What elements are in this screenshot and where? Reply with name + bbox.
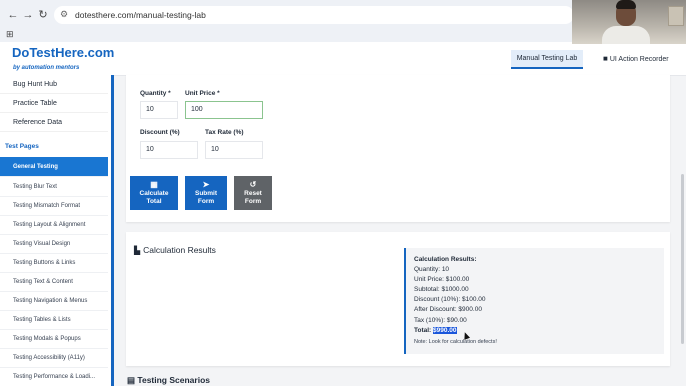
tab-ui-action-recorder[interactable]: ■ UI Action Recorder	[603, 54, 669, 63]
url-text[interactable]: dotesthere.com/manual-testing-lab	[75, 10, 206, 20]
quantity-input[interactable]: 10	[140, 101, 178, 119]
sidebar-item-reference-data[interactable]: Reference Data	[0, 113, 108, 132]
page-scrollbar[interactable]	[681, 174, 684, 344]
result-total: Total: $990.00	[414, 327, 457, 334]
bar-chart-icon: ▙	[134, 246, 141, 255]
button-label-line2: Total	[146, 198, 162, 205]
button-label-line2: Form	[197, 198, 215, 205]
page-content: DoTestHere.com by automation mentors Man…	[0, 42, 686, 386]
calculator-icon: ▦	[150, 180, 158, 189]
reset-icon: ↺	[249, 180, 257, 189]
sidebar-item-bug-hunt-hub[interactable]: Bug Hunt Hub	[0, 75, 108, 94]
reset-form-button[interactable]: ↺ Reset Form	[234, 176, 272, 210]
result-discount: Discount (10%): $100.00	[414, 296, 486, 303]
results-section-title: ▙ Calculation Results	[134, 245, 216, 255]
results-heading: Calculation Results:	[414, 256, 477, 263]
send-icon: ➤	[202, 180, 210, 189]
top-navigation: DoTestHere.com by automation mentors Man…	[0, 42, 686, 76]
sidebar-page-navigation-menus[interactable]: Testing Navigation & Menus	[0, 291, 108, 311]
button-label-line1: Reset	[244, 190, 262, 197]
sidebar-item-practice-table[interactable]: Practice Table	[0, 94, 108, 113]
sidebar-page-text-content[interactable]: Testing Text & Content	[0, 272, 108, 292]
result-tax: Tax (10%): $90.00	[414, 317, 467, 324]
presenter-hair	[616, 0, 636, 9]
calculation-results-panel: Calculation Results: Quantity: 10 Unit P…	[404, 248, 664, 354]
site-tagline: by automation mentors	[13, 65, 80, 71]
presenter-body	[602, 26, 650, 44]
reload-icon[interactable]: ↻	[36, 8, 50, 22]
sidebar-page-accessibility[interactable]: Testing Accessibility (A11y)	[0, 348, 108, 368]
sidebar-page-layout-alignment[interactable]: Testing Layout & Alignment	[0, 215, 108, 235]
testing-scenarios-title: ▤ Testing Scenarios	[127, 375, 210, 386]
tax-rate-input[interactable]: 10	[205, 141, 263, 159]
results-title-text: Calculation Results	[143, 245, 216, 255]
scenarios-title-text: Testing Scenarios	[137, 375, 210, 385]
forward-icon[interactable]: →	[21, 8, 35, 22]
total-value-selected[interactable]: $990.00	[433, 327, 457, 334]
button-label-line2: Form	[244, 198, 262, 205]
button-label-line1: Submit	[194, 190, 218, 197]
calculate-total-button[interactable]: ▦ Calculate Total	[130, 176, 178, 210]
unit-price-input[interactable]: 100	[185, 101, 263, 119]
site-logo[interactable]: DoTestHere.com	[12, 45, 114, 60]
sidebar-page-performance-loading[interactable]: Testing Performance & Loadi...	[0, 367, 108, 386]
quantity-label: Quantity *	[140, 90, 171, 97]
total-label: Total:	[414, 327, 434, 334]
submit-form-button[interactable]: ➤ Submit Form	[185, 176, 227, 210]
result-unit-price: Unit Price: $100.00	[414, 276, 470, 283]
sidebar-section-heading: Test Pages	[5, 143, 39, 150]
discount-input[interactable]: 10	[140, 141, 198, 159]
sidebar-page-blur-text[interactable]: Testing Blur Text	[0, 177, 108, 197]
sidebar-page-buttons-links[interactable]: Testing Buttons & Links	[0, 253, 108, 273]
site-settings-icon[interactable]: ⚙	[60, 9, 68, 20]
sidebar-page-mismatch-format[interactable]: Testing Mismatch Format	[0, 196, 108, 216]
tab-manual-testing-lab[interactable]: Manual Testing Lab	[511, 50, 583, 69]
tab-label: UI Action Recorder	[609, 56, 669, 63]
address-bar[interactable]: ⚙ dotesthere.com/manual-testing-lab	[54, 6, 574, 24]
discount-label: Discount (%)	[140, 129, 180, 136]
sidebar-page-modals-popups[interactable]: Testing Modals & Popups	[0, 329, 108, 349]
wall-frame	[668, 6, 684, 26]
video-camera-icon: ■	[603, 54, 608, 63]
result-subtotal: Subtotal: $1000.00	[414, 286, 469, 293]
result-after-discount: After Discount: $900.00	[414, 306, 482, 313]
apps-icon[interactable]: ⊞	[6, 29, 14, 40]
webcam-overlay	[572, 0, 686, 44]
sidebar-page-tables-lists[interactable]: Testing Tables & Lists	[0, 310, 108, 330]
back-icon[interactable]: ←	[6, 8, 20, 22]
button-label-line1: Calculate	[139, 190, 169, 197]
results-note: Note: Look for calculation defects!	[414, 339, 497, 345]
sidebar-page-general-testing[interactable]: General Testing	[0, 157, 108, 177]
sidebar: Bug Hunt Hub Practice Table Reference Da…	[0, 75, 114, 386]
clipboard-icon: ▤	[127, 375, 136, 385]
sidebar-page-visual-design[interactable]: Testing Visual Design	[0, 234, 108, 254]
tax-rate-label: Tax Rate (%)	[205, 129, 244, 136]
result-quantity: Quantity: 10	[414, 266, 450, 273]
unit-price-label: Unit Price *	[185, 90, 220, 97]
